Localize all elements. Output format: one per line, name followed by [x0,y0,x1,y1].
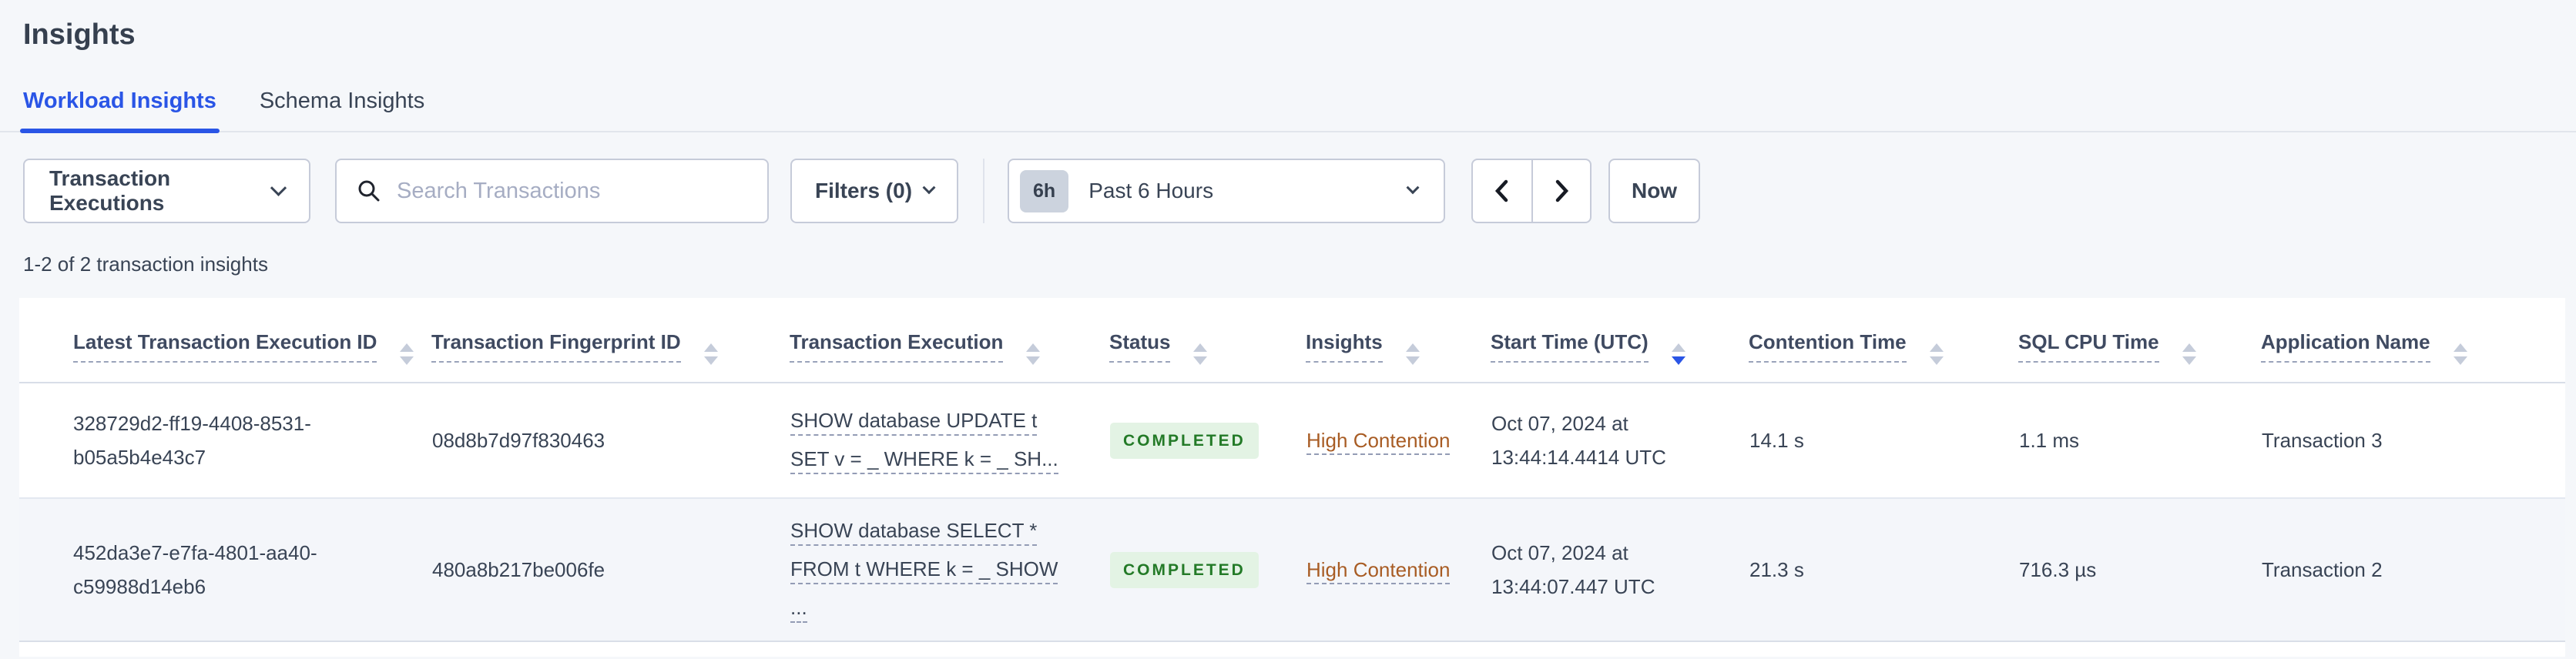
insight-type-dropdown-value: Transaction Executions [49,166,171,215]
time-range-badge: 6h [1020,169,1069,212]
chevron-down-icon [1406,181,1420,195]
search-input[interactable] [397,178,747,204]
sort-icon[interactable] [1405,343,1420,365]
status-badge: COMPLETED [1110,423,1259,459]
column-header-start-time[interactable]: Start Time (UTC) [1491,298,1749,383]
column-header-application-name[interactable]: Application Name [2261,298,2565,383]
search-icon [358,180,380,202]
tab-workload-insights[interactable]: Workload Insights [20,89,220,133]
cell-status: COMPLETED [1109,498,1306,642]
column-header-transaction-execution[interactable]: Transaction Execution [790,298,1109,383]
now-button[interactable]: Now [1608,159,1701,223]
column-header-insights[interactable]: Insights [1306,298,1491,383]
chevron-down-icon [270,179,287,196]
transaction-execution-link[interactable]: SHOW database UPDATE t [790,406,1038,436]
cell-start-time: Oct 07, 2024 at 13:44:14.4414 UTC [1491,383,1749,499]
chevron-down-icon [922,181,936,195]
time-range-picker[interactable]: 6h Past 6 Hours [1008,159,1446,223]
cell-start-time: Oct 07, 2024 at 13:44:07.447 UTC [1491,498,1749,642]
cell-status: COMPLETED [1109,383,1306,499]
column-header-latest-transaction-execution-id[interactable]: Latest Transaction Execution ID [19,298,431,383]
cell-contention-time: 21.3 s [1749,498,2018,642]
sort-icon[interactable] [1026,343,1041,365]
sort-icon[interactable] [1929,343,1944,365]
chevron-right-icon [1555,179,1569,202]
time-range-step-buttons [1471,159,1592,223]
results-summary: 1-2 of 2 transaction insights [23,253,268,276]
toolbar-divider [983,159,985,223]
cell-transaction-execution: SHOW database SELECT * FROM t WHERE k = … [790,498,1109,642]
column-header-contention-time[interactable]: Contention Time [1749,298,2018,383]
cell-transaction-execution: SHOW database UPDATE t SET v = _ WHERE k… [790,383,1109,499]
search-box[interactable] [335,159,769,223]
tab-schema-insights[interactable]: Schema Insights [260,89,424,131]
now-button-label: Now [1631,179,1678,202]
sort-icon-descending-active[interactable] [1671,343,1685,365]
insights-page: Insights Workload Insights Schema Insigh… [0,0,2576,659]
status-badge: COMPLETED [1110,552,1259,588]
transaction-execution-link[interactable]: FROM t WHERE k = _ SHOW [790,555,1058,584]
table-row: 328729d2-ff19-4408-8531-b05a5b4e43c7 08d… [19,383,2565,499]
cell-contention-time: 14.1 s [1749,383,2018,499]
cell-application-name: Transaction 3 [2261,383,2565,499]
sort-icon[interactable] [1193,343,1208,365]
cell-sql-cpu-time: 1.1 ms [2018,383,2261,499]
page-title: Insights [23,18,136,51]
chevron-left-icon [1494,179,1508,202]
insights-table-card: Latest Transaction Execution ID Transact… [19,298,2565,657]
insight-link[interactable]: High Contention [1306,429,1451,455]
cell-fingerprint-id: 08d8b7d97f830463 [431,383,790,499]
transaction-insights-table: Latest Transaction Execution ID Transact… [19,298,2565,642]
tab-bar: Workload Insights Schema Insights [0,89,2576,133]
cell-insights: High Contention [1306,498,1491,642]
filters-dropdown[interactable]: Filters (0) [790,159,959,223]
time-range-label: Past 6 Hours [1088,179,1214,202]
sort-icon[interactable] [2453,343,2467,365]
transaction-execution-link[interactable]: ... [790,594,807,623]
insight-link[interactable]: High Contention [1306,558,1451,584]
cell-sql-cpu-time: 716.3 µs [2018,498,2261,642]
cell-execution-id: 328729d2-ff19-4408-8531-b05a5b4e43c7 [19,383,431,499]
sort-icon[interactable] [400,343,414,365]
filters-dropdown-label: Filters (0) [815,179,913,202]
previous-time-range-button[interactable] [1473,160,1531,222]
cell-execution-id: 452da3e7-e7fa-4801-aa40-c59988d14eb6 [19,498,431,642]
sort-icon[interactable] [703,343,718,365]
sort-icon[interactable] [2182,343,2196,365]
column-header-sql-cpu-time[interactable]: SQL CPU Time [2018,298,2261,383]
toolbar: Transaction Executions Filters (0) 6h Pa… [23,159,2553,223]
next-time-range-button[interactable] [1531,160,1590,222]
column-header-transaction-fingerprint-id[interactable]: Transaction Fingerprint ID [431,298,790,383]
cell-fingerprint-id: 480a8b217be006fe [431,498,790,642]
table-row: 452da3e7-e7fa-4801-aa40-c59988d14eb6 480… [19,498,2565,642]
transaction-execution-link[interactable]: SHOW database SELECT * [790,517,1038,546]
cell-application-name: Transaction 2 [2261,498,2565,642]
table-header-row: Latest Transaction Execution ID Transact… [19,298,2565,383]
transaction-execution-link[interactable]: SET v = _ WHERE k = _ SH... [790,445,1058,474]
insight-type-dropdown[interactable]: Transaction Executions [23,159,310,223]
column-header-status[interactable]: Status [1109,298,1306,383]
cell-insights: High Contention [1306,383,1491,499]
